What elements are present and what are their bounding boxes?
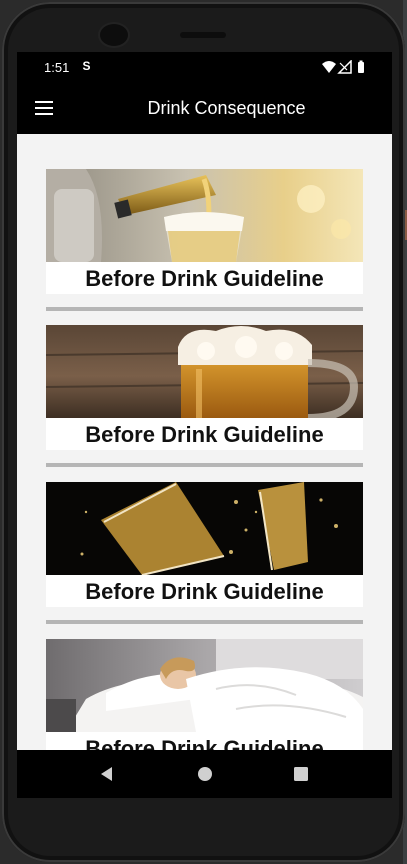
card-divider xyxy=(46,307,363,311)
phone-screen: 1:51 S Drink Consequence Before Drink Gu… xyxy=(17,52,392,798)
signal-icon xyxy=(337,60,352,74)
home-icon[interactable] xyxy=(193,762,217,786)
status-bar: 1:51 S xyxy=(17,52,392,82)
battery-icon xyxy=(358,60,364,73)
guideline-card[interactable]: Before Drink Guideline xyxy=(46,639,363,750)
guideline-card[interactable]: Before Drink Guideline xyxy=(46,169,363,313)
beer-pouring-image xyxy=(46,169,363,262)
status-icons xyxy=(322,60,364,74)
earpiece-speaker xyxy=(180,32,226,38)
card-divider xyxy=(46,463,363,467)
content-list: Before Drink Guideline Before Drink Guid… xyxy=(17,134,392,750)
guideline-card[interactable]: Before Drink Guideline xyxy=(46,482,363,626)
sleeping-person-image xyxy=(46,639,363,732)
front-camera xyxy=(100,24,128,46)
beer-mug-image xyxy=(46,325,363,418)
app-bar: Drink Consequence xyxy=(17,82,392,134)
app-title: Drink Consequence xyxy=(147,98,306,118)
card-title: Before Drink Guideline xyxy=(46,418,363,450)
recents-icon[interactable] xyxy=(289,762,313,786)
guideline-card[interactable]: Before Drink Guideline xyxy=(46,325,363,469)
champagne-glasses-image xyxy=(46,482,363,575)
card-title: Before Drink Guideline xyxy=(46,575,363,607)
status-time: 1:51 xyxy=(44,60,70,75)
navigation-bar xyxy=(17,750,392,798)
sync-status-icon: S xyxy=(82,59,91,73)
back-icon[interactable] xyxy=(95,762,119,786)
wifi-icon xyxy=(322,61,336,73)
phone-frame: 1:51 S Drink Consequence Before Drink Gu… xyxy=(2,2,405,862)
card-divider xyxy=(46,620,363,624)
card-title: Before Drink Guideline xyxy=(46,262,363,294)
card-title: Before Drink Guideline xyxy=(46,732,363,750)
